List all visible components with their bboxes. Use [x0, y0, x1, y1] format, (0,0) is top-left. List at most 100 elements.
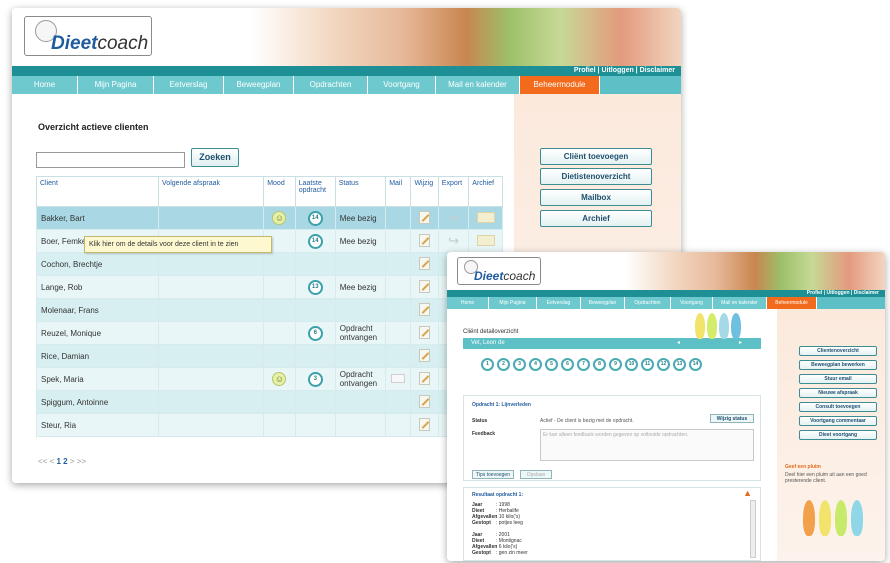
edit-pencil-icon[interactable]	[419, 279, 431, 293]
tab-mail-en-kalender[interactable]: Mail en kalender	[713, 297, 767, 309]
table-row[interactable]: Spiggum, Antoinne↪	[35, 390, 503, 414]
next-arrow-icon[interactable]: ▸	[739, 338, 742, 349]
archive-button[interactable]: Archief	[540, 210, 652, 227]
table-row[interactable]: Cochon, Brechtje↪	[35, 252, 503, 276]
tab-voortgang[interactable]: Voortgang	[671, 297, 713, 309]
results-scrollbar[interactable]	[750, 500, 756, 558]
top-links-2[interactable]: Profiel | Uitloggen | Disclaimer	[807, 290, 879, 296]
tab-mail-en-kalender[interactable]: Mail en kalender	[436, 76, 520, 94]
table-row[interactable]: Molenaar, Frans↪	[35, 298, 503, 322]
tab-mijn-pagina[interactable]: Mijn Pagina	[489, 297, 537, 309]
search-button[interactable]: Zoeken	[191, 148, 239, 167]
edit-pencil-icon[interactable]	[419, 325, 431, 339]
client-name[interactable]: Spiggum, Antoinne	[35, 390, 160, 414]
col-export[interactable]: Export	[437, 176, 470, 207]
assignment-number-icon[interactable]: 6	[307, 325, 323, 341]
clients-overview-button[interactable]: Clientenoverzicht	[799, 346, 877, 356]
logo[interactable]: Dieetcoach	[24, 16, 152, 56]
export-arrow-icon[interactable]: ↪	[448, 210, 459, 226]
col-laatste-opdracht[interactable]: Laatste opdracht	[294, 176, 336, 207]
table-row[interactable]: Spek, Maria☺3Opdracht ontvangen↪	[35, 367, 503, 391]
table-row[interactable]: Steur, Ria↪	[35, 413, 503, 437]
edit-pencil-icon[interactable]	[419, 394, 431, 408]
send-email-button[interactable]: Stuur email	[799, 374, 877, 384]
col-mail[interactable]: Mail	[385, 176, 412, 207]
archive-folder-icon[interactable]	[476, 211, 495, 223]
assignment-circle[interactable]: 12	[657, 358, 670, 371]
tab-opdrachten[interactable]: Opdrachten	[294, 76, 368, 94]
tab-voortgang[interactable]: Voortgang	[368, 76, 436, 94]
tab-mijn-pagina[interactable]: Mijn Pagina	[78, 76, 154, 94]
logo-2[interactable]: Dieetcoach	[457, 257, 541, 285]
tab-home[interactable]: Home	[12, 76, 78, 94]
change-status-button[interactable]: Wijzig status	[710, 414, 754, 423]
assignment-number-icon[interactable]: 14	[307, 233, 323, 249]
pager-next[interactable]: > >>	[70, 457, 86, 466]
export-arrow-icon[interactable]: ↪	[448, 233, 459, 249]
edit-pencil-icon[interactable]	[419, 302, 431, 316]
prev-arrow-icon[interactable]: ◂	[677, 338, 680, 349]
assignment-circle[interactable]: 4	[529, 358, 542, 371]
client-name[interactable]: Molenaar, Frans	[35, 298, 160, 322]
top-links[interactable]: Profiel | Uitloggen | Disclaimer	[574, 67, 675, 74]
assignment-circle[interactable]: 14	[689, 358, 702, 371]
dietists-overview-button[interactable]: Dietistenoverzicht	[540, 168, 652, 185]
table-row[interactable]: Rice, Damian↪	[35, 344, 503, 368]
pager-page-2[interactable]: 2	[63, 457, 67, 466]
col-status[interactable]: Status	[334, 176, 387, 207]
feather-icon[interactable]	[851, 500, 863, 536]
add-consult-button[interactable]: Consult toevoegen	[799, 402, 877, 412]
feather-icon[interactable]	[835, 500, 847, 536]
feedback-textarea[interactable]: Er kan alleen feedback worden gegeven op…	[540, 429, 754, 461]
tab-home[interactable]: Home	[447, 297, 489, 309]
assignment-circle[interactable]: 6	[561, 358, 574, 371]
client-name[interactable]: Lange, Rob	[35, 275, 160, 299]
edit-pencil-icon[interactable]	[419, 417, 431, 431]
add-client-button[interactable]: Cliënt toevoegen	[540, 148, 652, 165]
edit-pencil-icon[interactable]	[419, 256, 431, 270]
tab-opdrachten[interactable]: Opdrachten	[625, 297, 671, 309]
edit-pencil-icon[interactable]	[419, 233, 431, 247]
table-row[interactable]: Reuzel, Monique6Opdracht ontvangen↪	[35, 321, 503, 345]
edit-pencil-icon[interactable]	[419, 348, 431, 362]
assignment-circle[interactable]: 1	[481, 358, 494, 371]
assignment-circle[interactable]: 11	[641, 358, 654, 371]
assignment-circle[interactable]: 10	[625, 358, 638, 371]
assignment-circle[interactable]: 9	[609, 358, 622, 371]
tab-eetverslag[interactable]: Eetverslag	[537, 297, 581, 309]
pager-page-1[interactable]: 1	[56, 457, 60, 466]
assignment-circle[interactable]: 8	[593, 358, 606, 371]
envelope-icon[interactable]	[391, 373, 406, 383]
save-button[interactable]: Opslaan	[520, 470, 552, 479]
new-appointment-button[interactable]: Nieuwe afspraak	[799, 388, 877, 398]
tab-beweegplan[interactable]: Beweegplan	[224, 76, 294, 94]
client-name-bar[interactable]: Vet, Leon de ◂ ▸	[463, 338, 761, 349]
client-name[interactable]: Steur, Ria	[35, 413, 160, 437]
assignment-circle[interactable]: 7	[577, 358, 590, 371]
edit-pencil-icon[interactable]	[419, 371, 431, 385]
assignment-number-icon[interactable]: 13	[307, 279, 323, 295]
assignment-number-icon[interactable]: 14	[307, 210, 323, 226]
mailbox-button[interactable]: Mailbox	[540, 189, 652, 206]
client-name[interactable]: Cochon, Brechtje	[35, 252, 160, 276]
collapse-triangle-icon[interactable]: ▲	[743, 488, 752, 498]
col-mood[interactable]: Mood	[263, 176, 296, 207]
table-row[interactable]: Lange, Rob13Mee bezig↪	[35, 275, 503, 299]
assignment-circle[interactable]: 5	[545, 358, 558, 371]
progress-comment-button[interactable]: Voortgang commentaar	[799, 416, 877, 426]
archive-folder-icon[interactable]	[476, 234, 495, 246]
tab-beheermodule[interactable]: Beheermodule	[520, 76, 600, 94]
tab-eetverslag[interactable]: Eetverslag	[154, 76, 224, 94]
col-wijzig[interactable]: Wijzig	[410, 176, 439, 207]
client-name[interactable]: Spek, Maria	[35, 367, 160, 391]
col-archief[interactable]: Archief	[468, 176, 503, 207]
feather-icon[interactable]	[819, 500, 831, 536]
assignment-circle[interactable]: 3	[513, 358, 526, 371]
client-name[interactable]: Rice, Damian	[35, 344, 160, 368]
feather-icon[interactable]	[803, 500, 815, 536]
tab-beweegplan[interactable]: Beweegplan	[581, 297, 625, 309]
diet-progress-button[interactable]: Dieet voortgang	[799, 430, 877, 440]
assignment-number-icon[interactable]: 3	[307, 371, 323, 387]
col-volgende-afspraak[interactable]: Volgende afspraak	[158, 176, 265, 207]
client-name[interactable]: Bakker, Bart	[35, 206, 160, 230]
